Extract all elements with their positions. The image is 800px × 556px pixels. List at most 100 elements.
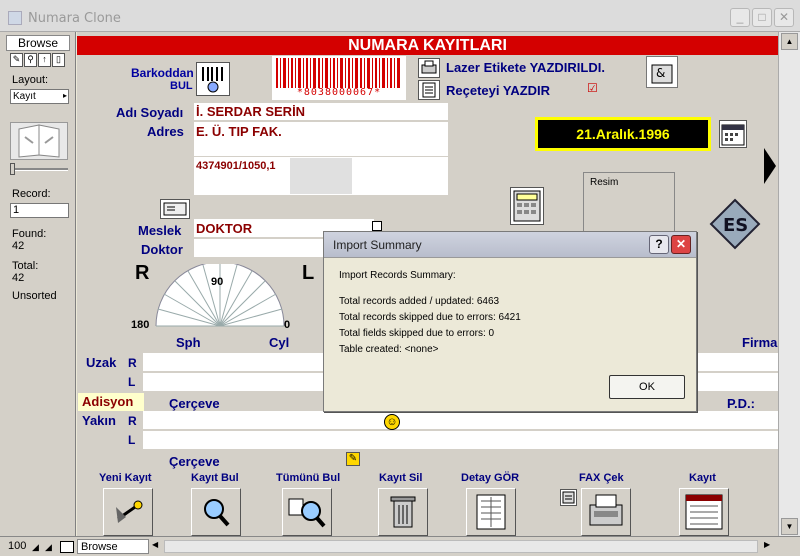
mode-select-value: Browse bbox=[81, 541, 118, 553]
dialog-title-bar: Import Summary ? ✕ bbox=[324, 232, 696, 258]
mode-select[interactable]: Browse bbox=[77, 539, 149, 554]
minimize-button[interactable]: _ bbox=[730, 8, 750, 27]
firma-label: Firma bbox=[742, 335, 778, 350]
yakin-row-r: R bbox=[128, 414, 137, 428]
new-record-button[interactable] bbox=[103, 488, 153, 536]
address-value: E. Ü. TIP FAK. bbox=[196, 124, 282, 139]
name-value: İ. SERDAR SERİN bbox=[196, 104, 306, 119]
recipe-print-icon[interactable] bbox=[418, 80, 440, 100]
printer-icon[interactable] bbox=[418, 58, 440, 78]
layout-select[interactable]: Kayıt ▸ bbox=[10, 89, 69, 104]
address-book-icon[interactable]: & bbox=[646, 56, 678, 88]
svg-text:&: & bbox=[656, 66, 665, 80]
total-label: Total: bbox=[12, 260, 39, 272]
calculator-icon[interactable] bbox=[510, 187, 544, 225]
note-icon[interactable]: ✎ bbox=[346, 452, 360, 466]
close-button[interactable]: ✕ bbox=[774, 8, 794, 27]
calendar-icon[interactable] bbox=[719, 120, 747, 148]
protractor-180-label: 180 bbox=[131, 319, 150, 331]
left-eye-label: L bbox=[302, 262, 315, 284]
sph-label: Sph bbox=[176, 335, 201, 350]
phone-field[interactable]: 4374901/1050,1 bbox=[194, 157, 448, 195]
name-field[interactable]: İ. SERDAR SERİN bbox=[194, 103, 448, 120]
mail-icon[interactable] bbox=[160, 199, 190, 219]
yakin-label: Yakın bbox=[82, 413, 116, 428]
window-title: Numara Clone bbox=[28, 11, 121, 26]
zoom-in-icon[interactable]: ◢ bbox=[45, 541, 57, 553]
find-mode-icon[interactable]: ⚲ bbox=[24, 53, 37, 67]
profession-checkbox[interactable] bbox=[372, 221, 382, 231]
checkmark-icon[interactable]: ☑ bbox=[587, 82, 599, 94]
phone-value: 4374901/1050,1 bbox=[196, 160, 276, 172]
fields-skipped-text: Total fields skipped due to errors: 0 bbox=[339, 328, 495, 339]
ok-button[interactable]: OK bbox=[609, 375, 685, 399]
form-header: NUMARA KAYITLARI bbox=[77, 36, 778, 55]
cyl-label: Cyl bbox=[269, 335, 290, 350]
record-button-label: Kayıt bbox=[689, 472, 716, 484]
recipe-print-label: Reçeteyi YAZDIR bbox=[446, 83, 551, 98]
doctor-label: Doktor bbox=[141, 242, 183, 257]
profession-label: Meslek bbox=[138, 223, 182, 238]
uzak-row-r: R bbox=[128, 356, 137, 370]
barcode-bul-label: BUL bbox=[170, 80, 193, 92]
maximize-button[interactable]: □ bbox=[752, 8, 772, 27]
adisyon-box[interactable]: Adisyon bbox=[78, 393, 144, 411]
yakin-r-fields[interactable] bbox=[143, 411, 778, 429]
slider-thumb[interactable] bbox=[10, 163, 15, 175]
record-field[interactable]: 1 bbox=[10, 203, 69, 218]
barcode-image: *8038000067* bbox=[272, 56, 406, 100]
delete-record-button[interactable] bbox=[378, 488, 428, 536]
address-field[interactable]: E. Ü. TIP FAK. bbox=[194, 122, 448, 156]
dialog-close-button[interactable]: ✕ bbox=[671, 235, 691, 254]
scroll-left-icon[interactable]: ◀ bbox=[152, 540, 158, 549]
status-toggle-icon[interactable] bbox=[60, 541, 74, 553]
fax-button[interactable] bbox=[581, 488, 631, 536]
fax-settings-icon[interactable] bbox=[560, 489, 577, 506]
yakin-row-l: L bbox=[128, 433, 136, 447]
scroll-down-icon[interactable]: ▼ bbox=[781, 518, 798, 535]
help-button[interactable]: ? bbox=[649, 235, 669, 254]
right-eye-label: R bbox=[135, 262, 150, 284]
yakin-l-fields[interactable] bbox=[143, 431, 778, 449]
axis-protractor: 90 bbox=[150, 261, 290, 334]
svg-text:ES: ES bbox=[723, 215, 748, 236]
picture-box[interactable]: Resim bbox=[583, 172, 675, 234]
preview-mode-icon[interactable]: ▯ bbox=[52, 53, 65, 67]
view-detail-label: Detay GÖR bbox=[461, 472, 520, 484]
es-logo-icon[interactable]: ES bbox=[709, 198, 761, 250]
next-record-arrow-icon[interactable] bbox=[764, 148, 776, 184]
name-label: Adı Soyadı bbox=[116, 105, 184, 120]
record-slider[interactable] bbox=[10, 168, 68, 171]
book-icon[interactable] bbox=[10, 122, 68, 160]
status-area: Browse ✎ ⚲ ↑ ▯ Layout: Kayıt ▸ Record: 1… bbox=[0, 32, 76, 540]
barcode-search-button[interactable] bbox=[196, 62, 230, 96]
adisyon-label: Adisyon bbox=[82, 394, 134, 409]
address-label: Adres bbox=[147, 124, 184, 139]
cerceve-label-top: Çerçeve bbox=[169, 396, 220, 411]
horizontal-scrollbar[interactable] bbox=[164, 540, 758, 553]
zoom-out-icon[interactable]: ◢ bbox=[32, 541, 44, 553]
view-detail-button[interactable] bbox=[466, 488, 516, 536]
protractor-90-label: 90 bbox=[211, 276, 224, 288]
app-icon bbox=[8, 11, 22, 25]
total-value: 42 bbox=[12, 272, 25, 284]
picture-label: Resim bbox=[590, 177, 619, 188]
layout-label: Layout: bbox=[12, 74, 49, 86]
new-record-label: Yeni Kayıt bbox=[99, 472, 152, 484]
record-button[interactable] bbox=[679, 488, 729, 536]
zoom-level: 100 bbox=[8, 540, 27, 552]
scroll-up-icon[interactable]: ▲ bbox=[781, 33, 798, 50]
barcode-search-label: Barkoddan bbox=[131, 66, 194, 80]
sort-status: Unsorted bbox=[12, 290, 57, 302]
vertical-scrollbar[interactable]: ▲ ▼ bbox=[778, 32, 800, 536]
find-all-button[interactable] bbox=[282, 488, 332, 536]
scroll-right-icon[interactable]: ▶ bbox=[764, 540, 770, 549]
layout-mode-icon[interactable]: ↑ bbox=[38, 53, 51, 67]
smiley-icon[interactable]: ☺ bbox=[384, 414, 400, 430]
dialog-heading: Import Records Summary: bbox=[339, 270, 456, 281]
find-record-button[interactable] bbox=[191, 488, 241, 536]
import-summary-dialog: Import Summary ? ✕ Import Records Summar… bbox=[323, 231, 697, 412]
fax-label: FAX Çek bbox=[579, 472, 624, 484]
browse-mode-icon[interactable]: ✎ bbox=[10, 53, 23, 67]
mode-tab[interactable]: Browse bbox=[6, 35, 70, 51]
